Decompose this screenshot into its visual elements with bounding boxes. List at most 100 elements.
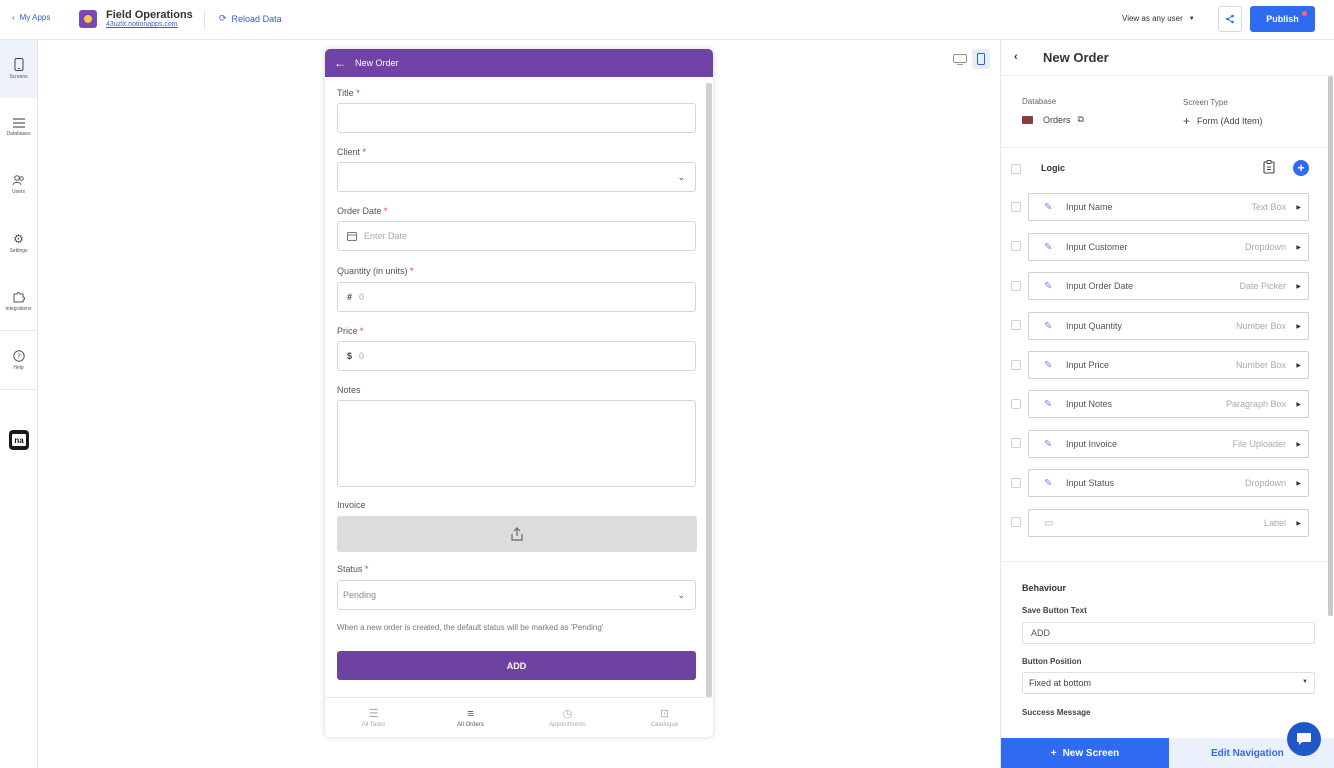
component-type: File Uploader — [1232, 439, 1286, 449]
status-dropdown[interactable]: Pending ⌄ — [337, 580, 696, 610]
pencil-icon: ✎ — [1044, 398, 1053, 410]
reload-data-button[interactable]: ⟳ Reload Data — [219, 13, 282, 24]
component-name: Input Notes — [1066, 399, 1113, 409]
arrow-left-icon[interactable]: ← — [334, 56, 346, 70]
users-icon — [12, 175, 24, 186]
publish-button[interactable]: Publish — [1250, 6, 1315, 32]
order-date-picker[interactable]: Enter Date — [337, 221, 696, 251]
quantity-placeholder: 0 — [359, 292, 365, 302]
new-screen-label: New Screen — [1062, 747, 1120, 759]
gear-icon: ⚙ — [13, 231, 24, 246]
panel-scrollbar[interactable] — [1328, 76, 1333, 616]
component-checkbox[interactable] — [1011, 241, 1021, 251]
preview-scrollbar[interactable] — [706, 83, 712, 697]
component-type: Date Picker — [1239, 281, 1286, 291]
app-title: Field Operations — [106, 9, 193, 21]
save-button-text-input[interactable]: ADD — [1022, 622, 1315, 644]
component-row[interactable]: ✎ Input Order Date Date Picker ▶ — [1028, 272, 1309, 300]
sidebar-item-screens[interactable]: Screens — [0, 40, 37, 98]
notes-textarea[interactable] — [337, 400, 696, 487]
component-name: Input Customer — [1066, 242, 1128, 252]
pencil-icon: ✎ — [1044, 359, 1053, 371]
caret-right-icon: ▶ — [1296, 204, 1301, 211]
mobile-view-button[interactable] — [972, 49, 990, 69]
tab-all-orders[interactable]: ≡ All Orders — [422, 698, 519, 737]
sidebar-item-settings[interactable]: ⚙ Settings — [0, 214, 37, 272]
component-checkbox[interactable] — [1011, 517, 1021, 527]
clipboard-icon[interactable] — [1263, 160, 1275, 177]
success-message-label: Success Message — [1022, 708, 1091, 717]
caret-right-icon: ▶ — [1296, 480, 1301, 487]
quantity-label: Quantity (in units) * — [337, 266, 414, 276]
app-logo — [79, 10, 97, 28]
component-type: Label — [1263, 518, 1286, 528]
sidebar-item-databases[interactable]: Databases — [0, 98, 37, 156]
screen-type-value: + Form (Add Item) — [1183, 114, 1263, 128]
component-checkbox[interactable] — [1011, 281, 1021, 291]
new-screen-button[interactable]: + New Screen — [1001, 738, 1169, 768]
logic-checkbox[interactable] — [1011, 164, 1021, 174]
sidebar-item-users[interactable]: Users — [0, 156, 37, 214]
component-row[interactable]: ✎ Input Status Dropdown ▶ — [1028, 469, 1309, 497]
component-row[interactable]: ✎ Input Notes Paragraph Box ▶ — [1028, 390, 1309, 418]
quantity-input[interactable]: # 0 — [337, 282, 696, 312]
caret-right-icon: ▶ — [1296, 283, 1301, 290]
component-row[interactable]: ✎ Input Quantity Number Box ▶ — [1028, 312, 1309, 340]
view-as-user-dropdown[interactable]: View as any user ▼ — [1122, 14, 1195, 23]
sidebar-item-integrations[interactable]: Integrations — [0, 272, 37, 330]
button-position-select[interactable]: Fixed at bottom ▼ — [1022, 672, 1315, 694]
mobile-preview: ← New Order Title * Client * ⌄ Order Dat… — [325, 49, 713, 737]
client-dropdown[interactable]: ⌄ — [337, 162, 696, 192]
back-chevron-icon[interactable]: ‹ — [1014, 51, 1018, 63]
sidebar-item-help[interactable]: ? Help — [0, 331, 37, 389]
component-row[interactable]: ▭ Label ▶ — [1028, 509, 1309, 537]
tab-appointments[interactable]: ◷ Appointments — [519, 698, 616, 737]
hash-icon: # — [347, 292, 353, 302]
chat-support-button[interactable] — [1287, 722, 1321, 756]
caret-down-icon: ▼ — [1302, 679, 1308, 685]
help-icon: ? — [12, 349, 25, 362]
component-type: Dropdown — [1244, 242, 1286, 252]
tab-all-tasks[interactable]: ☰ All Tasks — [325, 698, 422, 737]
price-input[interactable]: $ 0 — [337, 341, 696, 371]
my-apps-label: My Apps — [19, 13, 51, 22]
caret-right-icon: ▶ — [1296, 520, 1301, 527]
title-label: Title * — [337, 88, 360, 98]
button-position-value: Fixed at bottom — [1029, 678, 1092, 688]
component-row[interactable]: ✎ Input Customer Dropdown ▶ — [1028, 233, 1309, 261]
component-row[interactable]: ✎ Input Name Text Box ▶ — [1028, 193, 1309, 221]
title-input[interactable] — [337, 103, 696, 133]
component-checkbox[interactable] — [1011, 320, 1021, 330]
briefcase-icon — [1022, 115, 1033, 124]
tab-catalogue[interactable]: ⊡ Catalogue — [616, 698, 713, 737]
component-row[interactable]: ✎ Input Invoice File Uploader ▶ — [1028, 430, 1309, 458]
list-icon — [12, 117, 25, 128]
component-type: Number Box — [1235, 360, 1286, 370]
tab-label: All Orders — [457, 721, 484, 728]
component-row[interactable]: ✎ Input Price Number Box ▶ — [1028, 351, 1309, 379]
component-checkbox[interactable] — [1011, 360, 1021, 370]
pencil-icon: ✎ — [1044, 241, 1053, 253]
app-url-link[interactable]: 43uzlx.notionapps.com — [106, 21, 178, 28]
clock-icon: ◷ — [562, 707, 573, 720]
screen-type-name: Form (Add Item) — [1197, 116, 1263, 126]
save-button-text-label: Save Button Text — [1022, 606, 1087, 615]
caret-down-icon: ▼ — [1188, 15, 1195, 22]
share-button[interactable] — [1218, 6, 1242, 32]
tab-label: Appointments — [549, 721, 586, 728]
component-checkbox[interactable] — [1011, 399, 1021, 409]
component-checkbox[interactable] — [1011, 202, 1021, 212]
invoice-uploader[interactable] — [337, 516, 697, 552]
desktop-view-button[interactable] — [951, 49, 969, 69]
add-button[interactable]: ADD — [337, 651, 696, 680]
left-sidebar: Screens Databases Users ⚙ Settings Integ… — [0, 40, 38, 768]
add-component-button[interactable]: + — [1293, 160, 1309, 176]
component-checkbox[interactable] — [1011, 478, 1021, 488]
share-icon — [1226, 14, 1234, 24]
component-checkbox[interactable] — [1011, 438, 1021, 448]
my-apps-link[interactable]: ‹ My Apps — [12, 13, 50, 22]
notes-label: Notes — [337, 385, 361, 395]
component-type: Dropdown — [1244, 478, 1286, 488]
database-value[interactable]: Orders ⧉ — [1022, 114, 1084, 125]
pencil-icon: ✎ — [1044, 201, 1053, 213]
